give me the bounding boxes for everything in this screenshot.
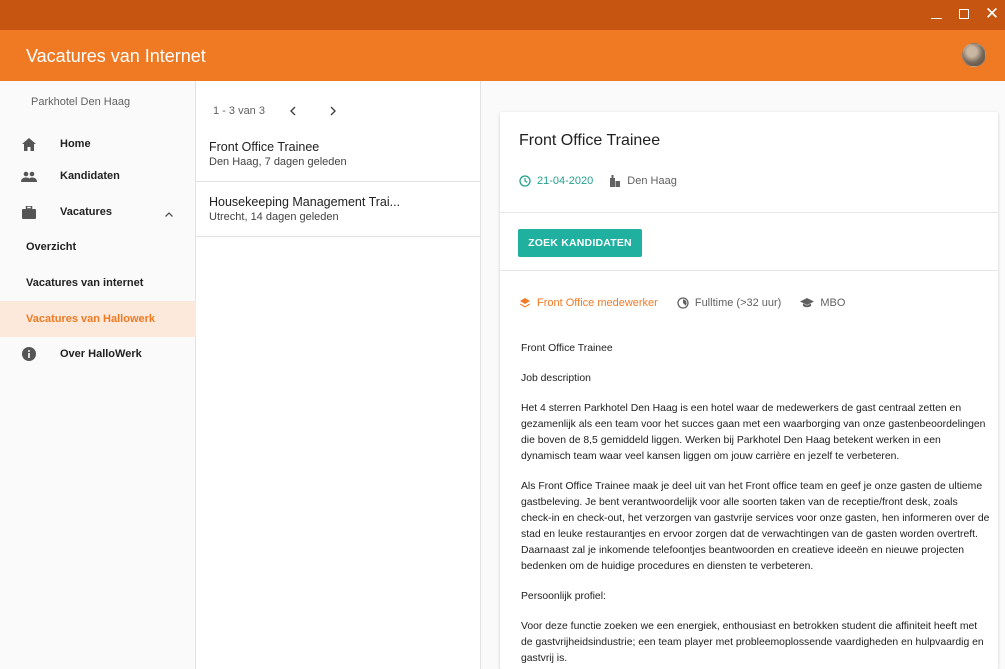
hours-tag: Fulltime (>32 uur) [677,297,782,309]
close-icon: ✕ [984,4,1000,23]
detail-date-text: 21-04-2020 [537,175,594,187]
description-paragraph: Het 4 sterren Parkhotel Den Haag is een … [521,403,986,462]
sidebar-subitem-label: Vacatures van Hallowerk [26,313,156,325]
next-page-button[interactable] [325,103,341,119]
briefcase-icon [21,204,37,220]
sidebar-subitem-label: Overzicht [26,241,77,253]
maximize-icon [959,9,969,19]
detail-tags: Front Office medewerker Fulltime (>32 uu… [519,297,864,309]
function-tag: Front Office medewerker [519,297,658,309]
previous-page-button[interactable] [285,103,301,119]
hours-tag-text: Fulltime (>32 uur) [694,297,782,309]
education-tag-text: MBO [820,297,846,309]
job-title: Housekeeping Management Trai... [209,195,401,209]
home-icon [21,136,37,152]
app-title: Vacatures van Internet [26,46,206,66]
description-paragraph: Persoonlijk profiel: [521,591,606,602]
pager-range: 1 - 3 van 3 [213,105,265,117]
sidebar-item-label: Vacatures [60,206,112,218]
window-titlebar: ✕ [0,0,1005,30]
sidebar-item-vacatures[interactable]: Vacatures [0,194,196,230]
window-controls: ✕ [929,4,1000,23]
zoek-kandidaten-button[interactable]: ZOEK KANDIDATEN [518,229,642,257]
job-list-pane: 1 - 3 van 3 Front Office Trainee Den Haa… [196,81,481,669]
sidebar-item-over-hallowerk[interactable]: Over HalloWerk [0,336,196,372]
chevron-left-icon [289,106,296,116]
avatar[interactable] [962,43,986,67]
job-subtitle: Utrecht, 14 dagen geleden [209,211,339,223]
chevron-right-icon [330,106,336,116]
close-button[interactable]: ✕ [984,4,1000,23]
job-list-item[interactable]: Housekeeping Management Trai... Utrecht,… [196,182,481,237]
sidebar-subitem-vacatures-van-hallowerk[interactable]: Vacatures van Hallowerk [0,301,196,337]
clock-icon [519,175,531,187]
education-tag: MBO [800,297,845,309]
sidebar-item-label: Kandidaten [60,170,120,182]
divider [500,270,998,271]
description-paragraph: Voor deze functie zoeken we een energiek… [521,621,984,664]
job-detail-card: Front Office Trainee 21-04-2020 Den Haag… [500,112,998,669]
sidebar: Parkhotel Den Haag Home Kandidaten Vacat… [0,81,196,669]
job-title: Front Office Trainee [209,140,320,154]
timelapse-icon [677,297,689,309]
pager: 1 - 3 van 3 [213,103,341,119]
building-icon [610,175,621,187]
sidebar-item-kandidaten[interactable]: Kandidaten [0,158,196,194]
function-tag-text: Front Office medewerker [537,297,658,309]
graduation-cap-icon [800,298,815,308]
sidebar-subitem-vacatures-van-internet[interactable]: Vacatures van internet [0,265,196,301]
info-icon [21,346,37,362]
sidebar-subitem-overzicht[interactable]: Overzicht [0,229,196,265]
organization-name: Parkhotel Den Haag [31,96,131,108]
detail-location: Den Haag [609,175,677,187]
people-icon [21,168,37,184]
detail-location-text: Den Haag [627,175,677,187]
description-paragraph: Job description [521,373,591,384]
detail-meta: 21-04-2020 Den Haag [519,175,677,187]
sidebar-item-label: Home [60,138,91,150]
app-bar: Vacatures van Internet [0,30,1005,81]
job-description: Front Office Trainee Job description Het… [521,341,991,669]
job-subtitle: Den Haag, 7 dagen geleden [209,156,347,168]
minimize-button[interactable] [929,6,943,22]
detail-date: 21-04-2020 [519,175,593,187]
description-paragraph: Als Front Office Trainee maak je deel ui… [521,481,990,572]
sidebar-subitem-label: Vacatures van internet [26,277,144,289]
layers-icon [520,298,530,308]
sidebar-item-label: Over HalloWerk [60,348,142,360]
chevron-up-icon[interactable] [164,207,174,217]
divider [500,212,998,213]
sidebar-item-home[interactable]: Home [0,126,196,162]
job-list-item[interactable]: Front Office Trainee Den Haag, 7 dagen g… [196,127,481,182]
detail-title: Front Office Trainee [519,132,661,149]
minimize-icon [930,18,942,19]
description-paragraph: Front Office Trainee [521,343,613,354]
maximize-button[interactable] [957,6,971,22]
